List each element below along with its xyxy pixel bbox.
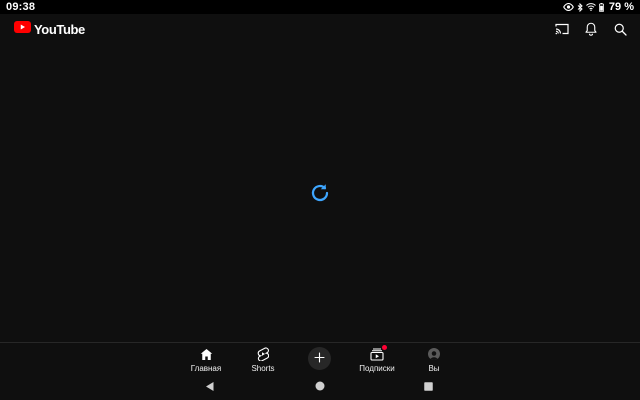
avatar-wrap [428,346,440,362]
notification-badge [382,345,387,350]
eye-icon [563,3,574,11]
bluetooth-icon [577,2,583,12]
nav-item-shorts[interactable]: Shorts [238,346,288,373]
search-icon[interactable] [612,21,628,37]
nav-label-home: Главная [190,364,222,373]
youtube-play-icon [14,20,31,38]
create-button[interactable] [308,347,331,370]
youtube-logo[interactable]: YouTube [14,20,85,38]
avatar [428,348,440,360]
nav-label-you: Вы [428,364,440,373]
nav-item-you[interactable]: Вы [409,346,459,373]
bottom-nav: Главная Shorts Подписки Вы [0,342,640,374]
system-nav [0,374,640,400]
battery-icon [598,2,604,12]
plus-icon [314,350,325,368]
status-icons: 79 % [563,1,634,13]
shorts-icon [257,346,269,362]
nav-label-shorts: Shorts [251,364,275,373]
subscriptions-icon [370,345,387,362]
logo-text: YouTube [34,21,85,37]
nav-item-home[interactable]: Главная [181,346,231,373]
recents-icon[interactable] [421,379,435,393]
home-icon [200,346,213,362]
wifi-icon [586,3,596,11]
app-header: YouTube [0,14,640,44]
bell-icon[interactable] [583,21,599,37]
back-icon[interactable] [203,379,217,393]
home-circle-icon[interactable] [313,379,327,393]
refresh-icon [308,181,332,205]
cast-icon[interactable] [554,21,570,37]
status-bar: 09:38 79 % [0,0,640,14]
nav-label-subscriptions: Подписки [359,364,395,373]
header-actions [554,21,628,37]
content-area [0,44,640,342]
screen: 09:38 79 % YouTube Главная Shorts Подпис… [0,0,640,400]
nav-item-subscriptions[interactable]: Подписки [352,345,402,373]
battery-percent: 79 % [608,1,634,13]
status-time: 09:38 [6,1,36,13]
